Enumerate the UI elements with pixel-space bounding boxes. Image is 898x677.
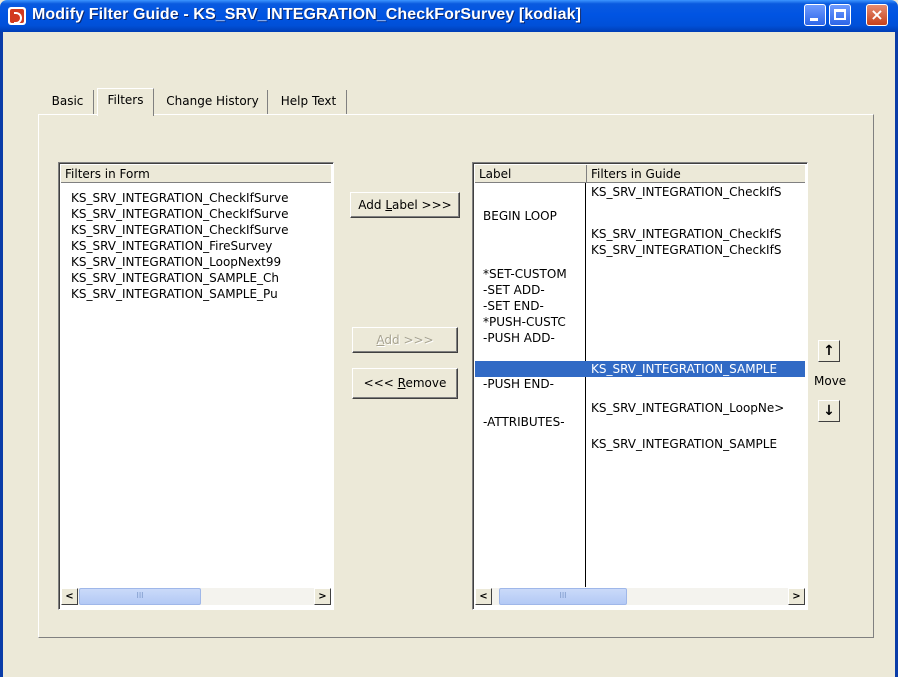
window-border-left [0,32,3,677]
minimize-button[interactable] [804,4,826,26]
minimize-icon [810,18,818,21]
filters-in-form-header[interactable]: Filters in Form [61,165,331,183]
guide-label[interactable]: *SET-CUSTOM [483,266,583,282]
remove-text-rest: emove [405,376,447,390]
guide-filter-selected[interactable]: KS_SRV_INTEGRATION_SAMPLE [591,361,805,377]
label-column-header[interactable]: Label [475,165,587,183]
scroll-right-icon[interactable]: > [788,588,805,605]
maximize-button[interactable] [829,4,851,26]
guide-label[interactable]: BEGIN LOOP [483,208,583,224]
scroll-right-icon[interactable]: > [314,588,331,605]
scroll-left-icon[interactable]: < [61,588,78,605]
add-label-text-rest: abel >>> [392,198,452,212]
guide-label[interactable]: *PUSH-CUSTC [483,314,583,330]
list-item[interactable]: KS_SRV_INTEGRATION_CheckIfSurve [71,190,329,206]
add-text: dd >>> [384,333,434,347]
move-down-button[interactable]: ↓ [818,400,840,422]
guide-filter[interactable]: KS_SRV_INTEGRATION_CheckIfS [591,242,805,258]
filters-in-form-hscrollbar[interactable]: < III > [61,588,331,605]
tab-basic[interactable]: Basic [42,90,94,114]
scroll-thumb[interactable]: III [79,588,201,605]
scroll-thumb[interactable]: III [499,588,627,605]
add-button[interactable]: Add >>> [352,327,458,353]
guide-label[interactable]: -ATTRIBUTES- [483,414,583,430]
close-button[interactable]: × [866,4,888,26]
guide-hscrollbar[interactable]: < III > [475,588,805,605]
maximize-icon [834,9,846,20]
remove-text: <<< [363,376,398,390]
move-up-button[interactable]: ↑ [818,340,840,362]
list-item[interactable]: KS_SRV_INTEGRATION_LoopNext99 [71,254,329,270]
list-item[interactable]: KS_SRV_INTEGRATION_CheckIfSurve [71,222,329,238]
remove-button[interactable]: <<< Remove [352,368,458,399]
guide-label[interactable]: -PUSH END- [483,376,583,392]
tab-change-history[interactable]: Change History [158,90,268,114]
guide-filter[interactable]: KS_SRV_INTEGRATION_CheckIfS [591,184,805,200]
tab-help-text[interactable]: Help Text [271,90,347,114]
scroll-left-icon[interactable]: < [475,588,492,605]
guide-filter[interactable]: KS_SRV_INTEGRATION_LoopNe> [591,400,805,416]
close-icon: × [870,5,884,24]
move-label: Move [814,374,847,388]
guide-label[interactable]: -SET END- [483,298,583,314]
list-item[interactable]: KS_SRV_INTEGRATION_SAMPLE_Ch [71,270,329,286]
guide-label[interactable]: -SET ADD- [483,282,583,298]
tab-filters[interactable]: Filters [97,88,154,116]
app-icon [8,7,26,25]
arrow-down-icon: ↓ [823,403,835,419]
guide-filter[interactable]: KS_SRV_INTEGRATION_SAMPLE [591,436,805,452]
arrow-up-icon: ↑ [823,343,835,359]
add-label-text: Add [358,198,386,212]
list-item[interactable]: KS_SRV_INTEGRATION_CheckIfSurve [71,206,329,222]
list-item[interactable]: KS_SRV_INTEGRATION_FireSurvey [71,238,329,254]
filters-in-guide-list[interactable]: Label Filters in Guide BEGIN LOOP *SET-C… [472,162,808,610]
list-item[interactable]: KS_SRV_INTEGRATION_SAMPLE_Pu [71,286,329,302]
guide-filter[interactable]: KS_SRV_INTEGRATION_CheckIfS [591,226,805,242]
add-label-button[interactable]: Add Label >>> [350,192,460,218]
filters-in-guide-header[interactable]: Filters in Guide [587,165,805,183]
column-divider [585,183,586,587]
guide-label[interactable]: -PUSH ADD- [483,330,583,346]
title-bar[interactable]: Modify Filter Guide - KS_SRV_INTEGRATION… [0,0,898,32]
dialog-window: Modify Filter Guide - KS_SRV_INTEGRATION… [0,0,898,677]
window-title: Modify Filter Guide - KS_SRV_INTEGRATION… [32,6,582,23]
filters-in-form-list[interactable]: Filters in Form KS_SRV_INTEGRATION_Check… [58,162,334,610]
